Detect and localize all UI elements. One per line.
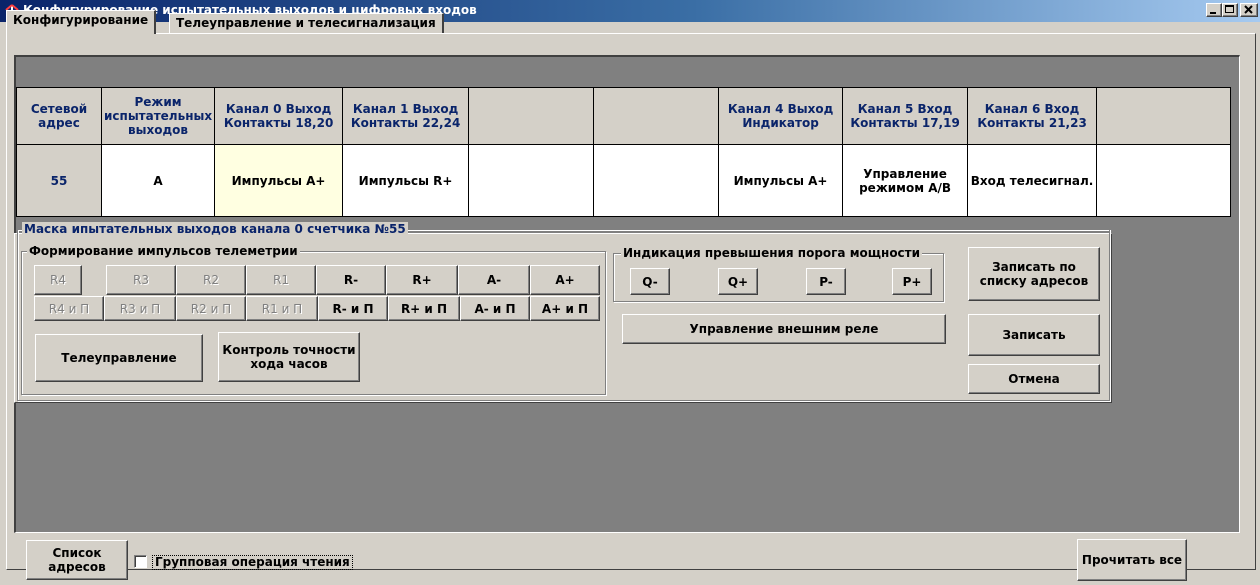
cancel-button[interactable]: Отмена xyxy=(968,364,1100,394)
power-threshold-group-title: Индикация превышения порога мощности xyxy=(621,246,923,260)
telemetry-r2-button[interactable]: R2 xyxy=(176,265,246,295)
cell-network-address: 55 xyxy=(16,144,102,217)
group-read-label[interactable]: Групповая операция чтения xyxy=(152,555,353,570)
write-button[interactable]: Записать xyxy=(968,314,1100,356)
cell-channel-2[interactable] xyxy=(468,144,595,217)
telemetry-r-plus-button[interactable]: R+ xyxy=(386,265,458,295)
clock-accuracy-button[interactable]: Контроль точности хода часов xyxy=(218,332,360,382)
cell-channel-3[interactable] xyxy=(593,144,720,217)
cell-test-mode[interactable]: A xyxy=(100,144,216,217)
cell-channel-7[interactable] xyxy=(1096,144,1232,217)
telemetry-a-minus-p-button[interactable]: A- и П xyxy=(460,296,530,321)
tab-label: Телеуправление и телесигнализация xyxy=(176,16,436,30)
tab-label: Конфигурирование xyxy=(13,13,149,27)
close-icon xyxy=(1244,5,1253,14)
header-channel-4: Канал 4 Выход Индикатор xyxy=(718,87,844,145)
header-test-mode: Режим испытательных выходов xyxy=(100,87,216,145)
telemetry-r3-button[interactable]: R3 xyxy=(106,265,176,295)
maximize-icon xyxy=(1225,5,1234,13)
header-channel-1: Канал 1 Выход Контакты 22,24 xyxy=(342,87,470,145)
header-channel-0: Канал 0 Выход Контакты 18,20 xyxy=(214,87,344,145)
grid-value-row: 55 A Импульсы А+ Импульсы R+ Импульсы А+… xyxy=(16,144,1232,217)
grid-header-row: Сетевой адрес Режим испытательных выходо… xyxy=(16,87,1232,145)
minimize-icon xyxy=(1210,12,1216,14)
read-all-button[interactable]: Прочитать все xyxy=(1077,539,1187,581)
tab-configuration[interactable]: Конфигурирование xyxy=(6,10,157,34)
telemetry-group-title: Формирование импульсов телеметрии xyxy=(27,244,300,258)
telemetry-r1-button[interactable]: R1 xyxy=(246,265,316,295)
cell-channel-0[interactable]: Импульсы А+ xyxy=(214,144,344,217)
header-channel-7 xyxy=(1096,87,1232,145)
header-channel-5: Канал 5 Вход Контакты 17,19 xyxy=(842,87,969,145)
header-channel-6: Канал 6 Вход Контакты 21,23 xyxy=(967,87,1098,145)
telemetry-r4p-button[interactable]: R4 и П xyxy=(34,296,104,321)
group-read-checkbox[interactable] xyxy=(134,555,147,568)
telemetry-r4-button[interactable]: R4 xyxy=(34,265,82,295)
telemetry-r-minus-p-button[interactable]: R- и П xyxy=(318,296,388,321)
power-p-plus-button[interactable]: P+ xyxy=(892,268,932,295)
cell-channel-5[interactable]: Управление режимом А/В xyxy=(842,144,969,217)
external-relay-button[interactable]: Управление внешним реле xyxy=(622,314,946,344)
telemetry-r-minus-button[interactable]: R- xyxy=(316,265,386,295)
header-network-address: Сетевой адрес xyxy=(16,87,102,145)
telemetry-a-plus-p-button[interactable]: A+ и П xyxy=(530,296,600,321)
header-channel-2 xyxy=(468,87,595,145)
cell-channel-6[interactable]: Вход телесигнал. xyxy=(967,144,1098,217)
address-list-button[interactable]: Список адресов xyxy=(26,540,128,580)
power-q-minus-button[interactable]: Q- xyxy=(630,268,670,295)
channel-grid: Сетевой адрес Режим испытательных выходо… xyxy=(16,87,1232,217)
header-channel-3 xyxy=(593,87,720,145)
telecontrol-button[interactable]: Телеуправление xyxy=(35,334,203,382)
tab-telecontrol[interactable]: Телеуправление и телесигнализация xyxy=(169,13,444,33)
mask-group-title: Маска ипытательных выходов канала 0 счет… xyxy=(22,222,408,236)
telemetry-a-plus-button[interactable]: A+ xyxy=(530,265,600,295)
telemetry-r1p-button[interactable]: R1 и П xyxy=(246,296,318,321)
cell-channel-4[interactable]: Импульсы А+ xyxy=(718,144,844,217)
close-button[interactable] xyxy=(1240,3,1258,17)
power-q-plus-button[interactable]: Q+ xyxy=(718,268,758,295)
maximize-button[interactable] xyxy=(1222,3,1238,17)
power-p-minus-button[interactable]: P- xyxy=(806,268,846,295)
minimize-button[interactable] xyxy=(1206,3,1222,17)
write-by-address-list-button[interactable]: Записать по списку адресов xyxy=(968,247,1100,301)
telemetry-r3p-button[interactable]: R3 и П xyxy=(104,296,176,321)
cell-channel-1[interactable]: Импульсы R+ xyxy=(342,144,470,217)
telemetry-r2p-button[interactable]: R2 и П xyxy=(176,296,246,321)
telemetry-r-plus-p-button[interactable]: R+ и П xyxy=(388,296,460,321)
telemetry-a-minus-button[interactable]: A- xyxy=(458,265,530,295)
